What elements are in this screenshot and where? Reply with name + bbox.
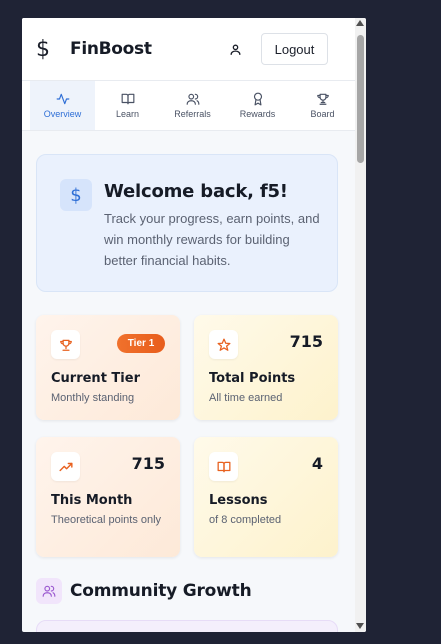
scroll-thumb[interactable] [357,35,364,163]
dollar-icon: $ [60,179,92,211]
trophy-icon [51,330,80,359]
tab-overview[interactable]: Overview [30,81,95,130]
scroll-up-arrow-icon[interactable] [356,20,364,26]
community-growth-card [36,620,338,632]
stat-value: 715 [289,332,323,351]
book-open-icon [209,452,238,481]
stat-card-current-tier: Tier 1 Current Tier Monthly standing [36,315,180,420]
stat-subtitle: All time earned [209,392,283,404]
stat-title: Lessons [209,493,268,508]
trending-up-icon [51,452,80,481]
stat-value: 715 [131,454,165,473]
stat-subtitle: Monthly standing [51,392,135,404]
welcome-title: Welcome back, f5! [104,181,288,202]
user-icon[interactable] [223,37,247,61]
welcome-text: Track your progress, earn points, and wi… [104,211,320,268]
brand-name: FinBoost [70,39,152,59]
community-growth-header: Community Growth [36,578,252,604]
tier-badge: Tier 1 [117,334,165,353]
activity-icon [56,93,69,105]
users-icon [36,578,62,604]
scroll-down-arrow-icon[interactable] [356,623,364,629]
book-open-icon [121,93,134,105]
star-icon [209,330,238,359]
tab-learn[interactable]: Learn [95,81,160,130]
tab-label: Rewards [239,109,276,119]
dollar-logo-icon: $ [36,36,50,62]
tab-board[interactable]: Board [290,81,355,130]
award-icon [253,92,262,106]
users-icon [186,93,199,105]
app-window: $ FinBoost Logout Overview Learn Referra… [22,18,366,632]
stat-value: 4 [311,454,323,473]
tab-label: Referrals [174,109,211,119]
top-bar: $ FinBoost Logout [22,18,355,81]
tab-label: Board [310,109,335,119]
stat-subtitle: of 8 completed [209,514,282,526]
stat-title: This Month [51,493,133,508]
tab-rewards[interactable]: Rewards [225,81,290,130]
stat-card-this-month: 715 This Month Theoretical points only [36,437,180,557]
stat-title: Current Tier [51,371,140,386]
tab-label: Learn [115,109,140,119]
stat-card-total-points: 715 Total Points All time earned [194,315,338,420]
vertical-scrollbar[interactable] [355,18,366,632]
logout-button[interactable]: Logout [261,33,328,65]
tab-bar: Overview Learn Referrals Rewards Board [22,81,355,131]
scroll-content: $ FinBoost Logout Overview Learn Referra… [22,18,355,632]
stat-card-lessons: 4 Lessons of 8 completed [194,437,338,557]
welcome-card: $ Welcome back, f5! Track your progress,… [36,154,338,292]
tab-label: Overview [43,109,82,119]
trophy-icon [316,93,329,105]
stat-title: Total Points [209,371,296,386]
tab-referrals[interactable]: Referrals [160,81,225,130]
stat-subtitle: Theoretical points only [51,514,162,526]
section-title: Community Growth [70,581,252,601]
